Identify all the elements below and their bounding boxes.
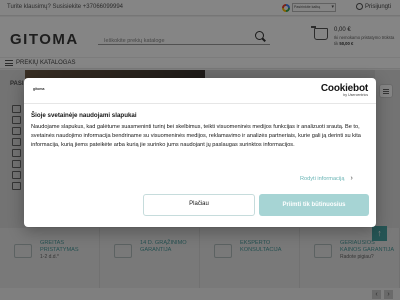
show-details-label: Rodyti informaciją bbox=[300, 175, 345, 182]
cookie-consent-dialog: gitoma Cookiebot by Usercentrics Šioje s… bbox=[24, 78, 376, 227]
more-info-button[interactable]: Plačiau bbox=[143, 194, 255, 216]
dialog-title: Šioje svetainėje naudojami slapukai bbox=[31, 112, 137, 119]
chevron-right-icon: › bbox=[350, 175, 353, 182]
dialog-body: Naudojame slapukus, kad galėtume suasmen… bbox=[31, 124, 361, 149]
cookiebot-logo: Cookiebot by Usercentrics bbox=[321, 83, 368, 97]
dialog-divider bbox=[24, 103, 376, 104]
dialog-site-logo: gitoma bbox=[33, 87, 45, 91]
allow-necessary-button[interactable]: Priimti tik būtinuosius bbox=[259, 194, 369, 216]
show-details-link[interactable]: Rodyti informaciją › bbox=[300, 175, 353, 182]
